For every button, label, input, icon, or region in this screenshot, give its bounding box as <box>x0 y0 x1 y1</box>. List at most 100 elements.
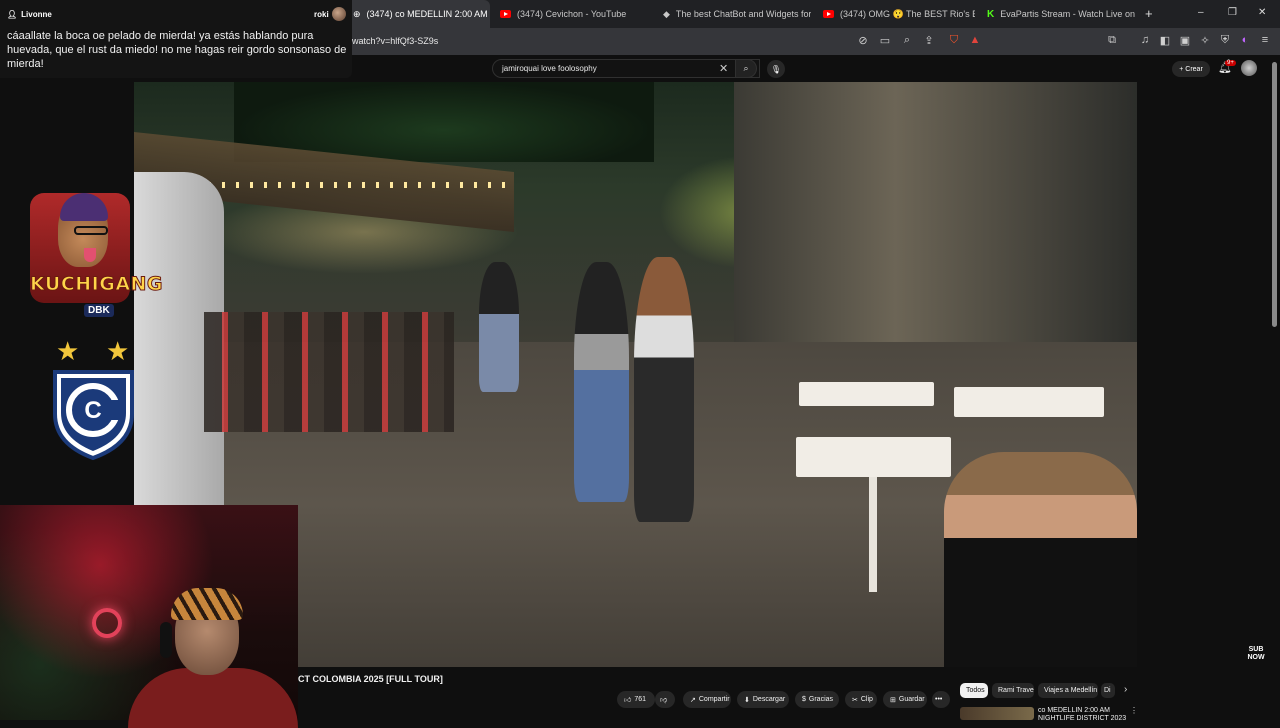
user-icon: 👤︎ <box>7 10 18 19</box>
chat-username-label: Livonne <box>21 10 52 19</box>
scissors-icon: ✂ <box>852 696 858 704</box>
dislike-button[interactable]: 👎︎ <box>655 691 675 708</box>
new-tab-button[interactable]: + <box>1145 6 1153 21</box>
leo-icon[interactable]: ✧ <box>1198 33 1212 47</box>
save-button[interactable]: ⊞ Guardar <box>883 691 927 708</box>
video-title: CT COLOMBIA 2025 [FULL TOUR] <box>298 674 443 684</box>
youtube-icon <box>823 10 834 18</box>
streamer-cap <box>171 588 243 620</box>
thumbs-down-icon: 👎︎ <box>660 697 668 704</box>
video-scene-table-right <box>954 387 1104 417</box>
video-scene-table-back <box>799 382 934 406</box>
save-label: Guardar <box>898 696 925 703</box>
mascot-tongue <box>84 248 96 262</box>
club-crest-shield-icon: C <box>53 370 134 461</box>
tab-label: (3474) Cevichon - YouTube <box>517 9 627 19</box>
headset-icon <box>160 622 172 658</box>
download-icon: ⬇ <box>744 696 750 704</box>
clear-search-icon[interactable]: ✕ <box>719 62 728 75</box>
chip-viajes-medellin[interactable]: Viajes a Medellín <box>1038 683 1098 698</box>
plus-icon: + <box>1179 65 1184 73</box>
search-button[interactable]: ⌕ <box>735 59 757 78</box>
globe-icon: ⊕ <box>353 8 361 19</box>
video-scene-woman-patterned <box>634 257 694 522</box>
search-icon: ⌕ <box>743 63 749 73</box>
address-bar[interactable]: watch?v=hlfQf3-SZ9s <box>352 36 438 46</box>
chat-username: 👤︎ Livonne <box>7 10 52 19</box>
youtube-icon <box>500 10 511 18</box>
video-scene-string-lights <box>194 182 514 188</box>
page-scrollbar[interactable] <box>1272 62 1277 327</box>
chevron-right-icon[interactable]: › <box>1124 684 1127 695</box>
video-scene-woman-foreground <box>944 452 1137 667</box>
video-scene-table-leg <box>869 477 877 592</box>
rewards-icon[interactable]: ▲ <box>968 33 982 47</box>
thanks-button[interactable]: $ Gracias <box>795 691 839 708</box>
zoom-icon[interactable]: ⌕ <box>900 33 914 47</box>
video-scene-pedestrian <box>479 262 519 392</box>
more-actions-button[interactable]: ••• <box>932 691 950 708</box>
music-icon[interactable]: ♫ <box>1138 33 1152 47</box>
chip-rami-travel[interactable]: Rami Travel <box>992 683 1034 698</box>
tab-label: (3474) OMG 😲 The BEST Rio's Beac <box>840 8 975 19</box>
neon-ring-light <box>92 608 122 638</box>
tab-chatbot[interactable]: ◆ The best ChatBot and Widgets for Ki <box>655 0 811 28</box>
minimize-button[interactable]: – <box>1198 7 1204 18</box>
chat-avatar <box>332 7 346 21</box>
microphone-icon: 🎙 <box>770 64 782 74</box>
sidebar-icon[interactable]: ◧ <box>1158 33 1172 47</box>
share-icon[interactable]: ⇪ <box>922 33 936 47</box>
account-avatar[interactable] <box>1241 60 1257 76</box>
download-button[interactable]: ⬇ Descargar <box>737 691 789 708</box>
tab-cevichon[interactable]: (3474) Cevichon - YouTube <box>492 0 652 28</box>
maximize-button[interactable]: ❐ <box>1228 7 1237 18</box>
share-arrow-icon: ↗ <box>690 696 696 704</box>
wallet-icon[interactable]: ▣ <box>1178 33 1192 47</box>
close-window-button[interactable]: ✕ <box>1258 7 1266 18</box>
mascot-glasses <box>74 226 108 235</box>
chat-message: cáaallate la boca oe pelado de mierda! y… <box>7 30 347 70</box>
like-button[interactable]: 👍︎ 761 <box>617 691 655 708</box>
video-scene-diners <box>204 312 454 432</box>
voice-search-button[interactable]: 🎙 <box>767 60 785 78</box>
brand-logo-text: KUCHIGANG <box>30 273 164 296</box>
video-scene-building <box>734 82 1137 352</box>
clip-label: Clip <box>860 696 873 703</box>
diamond-icon: ◆ <box>663 8 670 19</box>
clip-button[interactable]: ✂ Clip <box>845 691 877 708</box>
menu-icon[interactable]: ≡ <box>1258 33 1272 47</box>
reader-icon[interactable]: ⧉ <box>1105 33 1119 47</box>
brand-sub-text: DBK <box>84 304 114 317</box>
tab-label: (3474) co MEDELLIN 2:00 AM <box>366 9 488 19</box>
subscribe-watermark[interactable]: SUB NOW <box>1246 646 1266 662</box>
vpn-icon[interactable]: ⛨ <box>1218 33 1232 47</box>
thanks-icon: $ <box>802 696 806 703</box>
save-icon: ⊞ <box>890 696 896 704</box>
create-label: Crear <box>1185 65 1203 73</box>
video-scene-woman-jeans <box>574 262 629 502</box>
like-count: 761 <box>634 696 647 703</box>
thumbs-up-icon: 👍︎ <box>624 697 632 704</box>
cast-icon[interactable]: ▭ <box>878 33 892 47</box>
share-label: Compartir <box>698 696 730 703</box>
crest-letter: C <box>84 397 101 424</box>
chip-all[interactable]: Todos <box>960 683 988 698</box>
create-button[interactable]: + Crear <box>1172 61 1210 77</box>
chat-username-right: roki <box>314 10 329 19</box>
brave-shield-icon[interactable]: ⛉ <box>947 33 961 47</box>
thanks-label: Gracias <box>808 696 834 703</box>
eye-off-icon[interactable]: ⊘ <box>856 33 870 47</box>
recommendation-thumbnail[interactable] <box>960 707 1034 720</box>
share-button[interactable]: ↗ Compartir <box>683 691 731 708</box>
tab-evapartis[interactable]: K EvaPartis Stream - Watch Live on Kic <box>979 0 1135 28</box>
recommendation-title[interactable]: co MEDELLIN 2:00 AM NIGHTLIFE DISTRICT 2… <box>1038 707 1128 723</box>
star-icon: ★ <box>56 336 80 366</box>
tab-label: EvaPartis Stream - Watch Live on Kic <box>1000 9 1135 19</box>
chip-more[interactable]: Di <box>1101 683 1115 698</box>
tab-omg-rio[interactable]: (3474) OMG 😲 The BEST Rio's Beac <box>815 0 975 28</box>
tab-medellin[interactable]: ⊕ (3474) co MEDELLIN 2:00 AM ✕ <box>345 0 490 28</box>
tab-label: The best ChatBot and Widgets for Ki <box>675 9 811 19</box>
video-scene-table <box>796 437 951 477</box>
kebab-menu-icon[interactable]: ⋮ <box>1130 706 1138 715</box>
profile-icon[interactable]: ◐ <box>1238 33 1252 47</box>
